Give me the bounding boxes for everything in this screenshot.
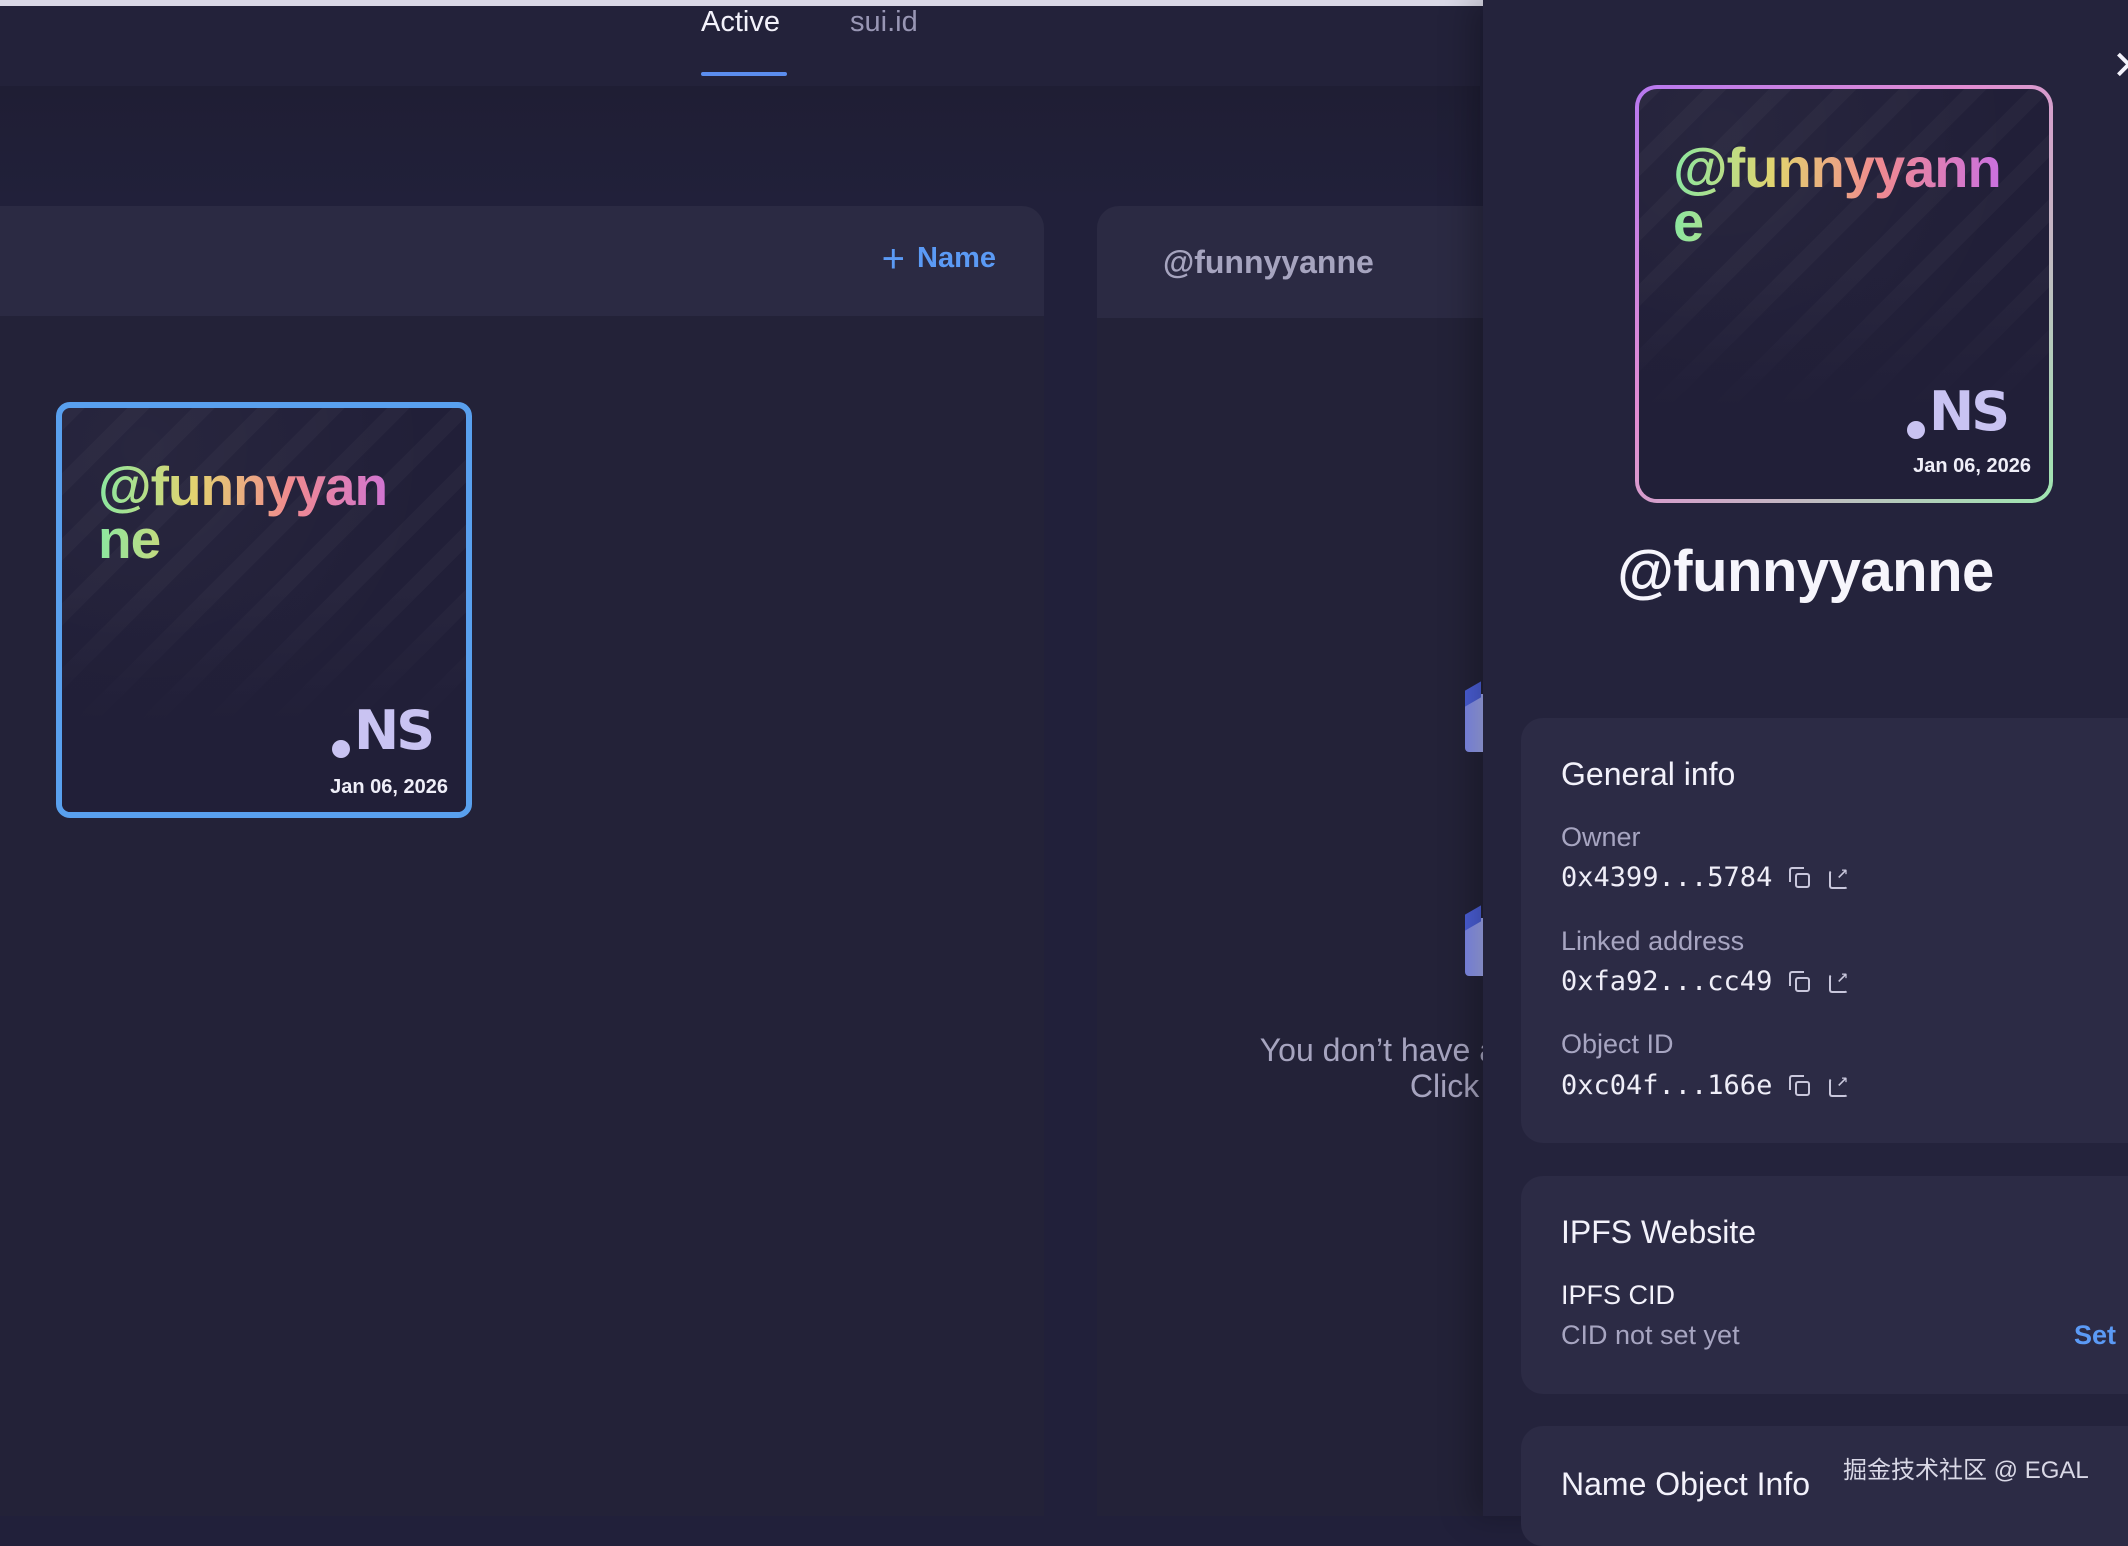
section-title: Name Object Info: [1561, 1466, 1810, 1502]
section-title: General info: [1561, 756, 1736, 792]
copy-icon[interactable]: [1788, 970, 1812, 994]
droplet-icon: [332, 740, 350, 758]
object-id-field: 0xc04f...166e: [1561, 1067, 1852, 1102]
drawer-name-card: @funnyyanne NS Jan 06, 2026: [1635, 85, 2053, 503]
name-detail-panel: @funnyyanne You don’t have a Click t: [1097, 206, 1497, 1516]
plus-icon: +: [881, 236, 905, 281]
header-band: [0, 86, 1480, 204]
empty-state-text: You don’t have a: [1259, 1032, 1497, 1068]
drawer-card-date: Jan 06, 2026: [1913, 455, 2031, 477]
external-link-icon[interactable]: [1828, 963, 1852, 994]
ipfs-cid-label: IPFS CID: [1561, 1280, 1676, 1310]
card-name: @funnyyanne: [98, 459, 418, 567]
names-panel-header: + Name: [0, 206, 1044, 316]
external-link-icon[interactable]: [1828, 859, 1852, 890]
ipfs-website-section: IPFS Website IPFS CID CID not set yet Se…: [1521, 1176, 2128, 1394]
owner-label: Owner: [1561, 822, 1641, 852]
copy-icon[interactable]: [1788, 1074, 1812, 1098]
detail-header: @funnyyanne: [1097, 206, 1497, 318]
empty-state-hint: Click t: [1409, 1068, 1497, 1104]
suins-logo: NS: [332, 704, 435, 758]
drawer-title: @funnyyanne: [1617, 539, 1994, 604]
ipfs-cid-value: CID not set yet: [1561, 1320, 1740, 1350]
linked-address-label: Linked address: [1561, 926, 1745, 956]
section-title: IPFS Website: [1561, 1214, 1757, 1250]
droplet-icon: [1907, 421, 1925, 439]
close-icon[interactable]: ✕: [2112, 46, 2128, 86]
set-cid-button[interactable]: Set: [2074, 1320, 2116, 1351]
card-expiry-date: Jan 06, 2026: [330, 776, 448, 798]
active-tab-underline: [701, 72, 787, 76]
linked-address-value: 0xfa92...cc49: [1561, 966, 1773, 997]
owner-value: 0x4399...5784: [1561, 862, 1773, 893]
drawer-card-name: @funnyyanne: [1673, 140, 2013, 249]
linked-address-field: 0xfa92...cc49: [1561, 963, 1852, 998]
general-info-section: General info Owner 0x4399...5784 Linked …: [1521, 718, 2128, 1143]
add-name-button[interactable]: + Name: [881, 236, 996, 281]
name-object-info-section: Name Object Info: [1521, 1426, 2128, 1546]
copy-icon[interactable]: [1788, 866, 1812, 890]
object-id-value: 0xc04f...166e: [1561, 1070, 1773, 1101]
external-link-icon[interactable]: [1828, 1067, 1852, 1098]
detail-title: @funnyyanne: [1163, 244, 1374, 280]
object-id-label: Object ID: [1561, 1029, 1674, 1059]
suins-logo: NS: [1907, 385, 2010, 439]
add-name-label: Name: [917, 242, 996, 274]
tab-active[interactable]: Active: [701, 6, 780, 38]
tab-sui-id[interactable]: sui.id: [850, 6, 918, 38]
owner-field: 0x4399...5784: [1561, 859, 1852, 894]
watermark: 掘金技术社区 @ EGAL: [1843, 1457, 2089, 1484]
name-card[interactable]: @funnyyanne NS Jan 06, 2026: [56, 402, 472, 818]
